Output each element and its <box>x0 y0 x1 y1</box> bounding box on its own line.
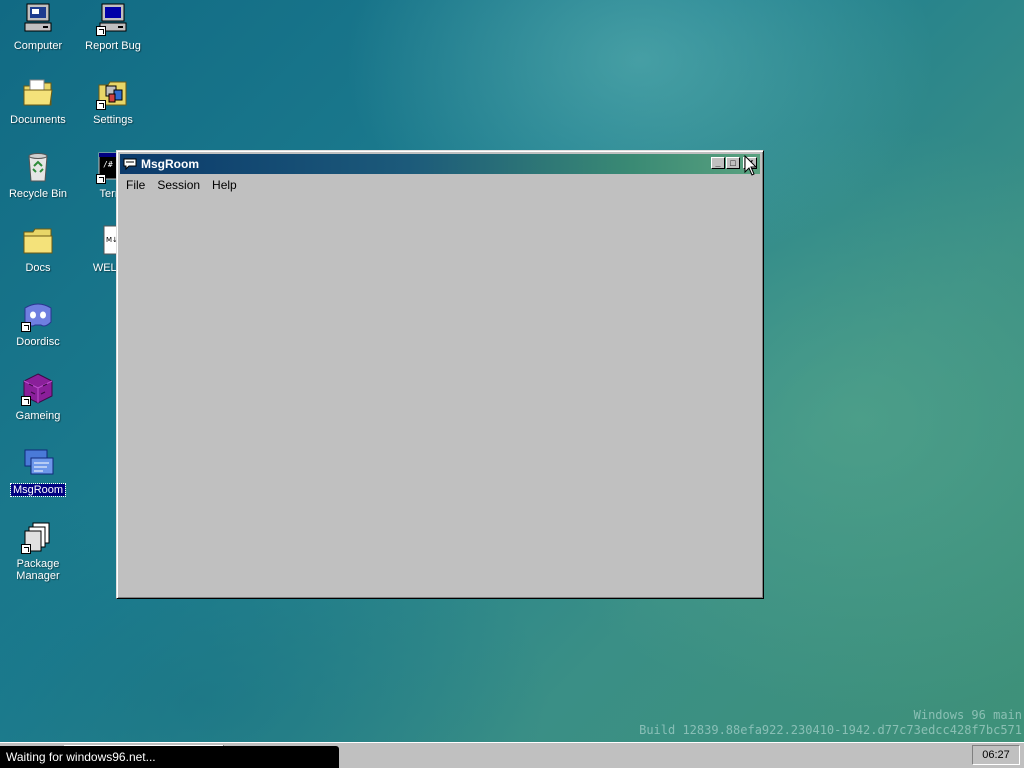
shortcut-arrow-icon <box>96 26 106 36</box>
folder-icon <box>21 224 55 258</box>
minimize-button[interactable]: _ <box>711 157 725 169</box>
icon-label: Package Manager <box>16 558 60 582</box>
icon-label: Recycle Bin <box>8 188 68 200</box>
desktop-icon-settings[interactable]: Settings <box>76 76 150 126</box>
icon-label: Docs <box>25 262 51 274</box>
icon-label: Documents <box>10 114 66 126</box>
mouse-cursor-icon <box>744 154 758 177</box>
desktop-icon-computer[interactable]: Computer <box>1 2 75 52</box>
icon-label: Computer <box>13 40 63 52</box>
title-bar[interactable]: MsgRoom _ □ ✕ <box>120 154 760 174</box>
desktop-icon-documents[interactable]: Documents <box>1 76 75 126</box>
report-bug-icon <box>96 2 130 36</box>
watermark-line-2: Build 12839.88efa922.230410-1942.d77c73e… <box>639 723 1022 737</box>
icon-label: Doordisc <box>16 336 60 348</box>
maximize-button[interactable]: □ <box>726 157 740 169</box>
menu-file[interactable]: File <box>120 178 151 192</box>
icon-label: MsgRoom <box>9 483 67 497</box>
icon-label: Gameing <box>15 410 61 422</box>
minimize-icon: _ <box>715 157 721 168</box>
desktop-icon-msgroom[interactable]: MsgRoom <box>1 446 75 497</box>
desktop-icon-doordisc[interactable]: Doordisc <box>1 298 75 348</box>
gameing-icon <box>21 372 55 406</box>
msgroom-window[interactable]: MsgRoom _ □ ✕ File Session Help <box>116 150 764 599</box>
desktop-icon-docs[interactable]: Docs <box>1 224 75 274</box>
shortcut-arrow-icon <box>96 174 106 184</box>
icon-label: Settings <box>93 114 133 126</box>
icon-label: Report Bug <box>85 40 141 52</box>
shortcut-arrow-icon <box>96 100 106 110</box>
watermark-line-1: Windows 96 main <box>913 708 1022 722</box>
status-bar: Waiting for windows96.net... <box>0 746 339 768</box>
desktop-icon-gameing[interactable]: Gameing <box>1 372 75 422</box>
shortcut-arrow-icon <box>21 544 31 554</box>
desktop-icon-report-bug[interactable]: Report Bug <box>76 2 150 52</box>
shortcut-arrow-icon <box>21 396 31 406</box>
folder-documents-icon <box>21 76 55 110</box>
msgroom-icon <box>21 446 55 480</box>
svg-text:/#: /# <box>103 160 113 169</box>
settings-icon <box>96 76 130 110</box>
maximize-icon: □ <box>730 157 736 168</box>
package-manager-icon <box>21 520 55 554</box>
shortcut-arrow-icon <box>21 322 31 332</box>
taskbar-clock: 06:27 <box>972 745 1020 765</box>
recycle-bin-icon <box>21 150 55 184</box>
computer-icon <box>21 2 55 36</box>
doordisc-icon <box>21 298 55 332</box>
menu-help[interactable]: Help <box>206 178 243 192</box>
window-title: MsgRoom <box>141 157 199 171</box>
build-watermark: Windows 96 main Build 12839.88efa922.230… <box>639 708 1022 738</box>
menu-bar: File Session Help <box>120 176 243 194</box>
desktop-icon-package-manager[interactable]: Package Manager <box>1 520 75 582</box>
menu-session[interactable]: Session <box>151 178 206 192</box>
desktop-icon-recycle-bin[interactable]: Recycle Bin <box>1 150 75 200</box>
chat-bubble-icon <box>123 157 137 171</box>
